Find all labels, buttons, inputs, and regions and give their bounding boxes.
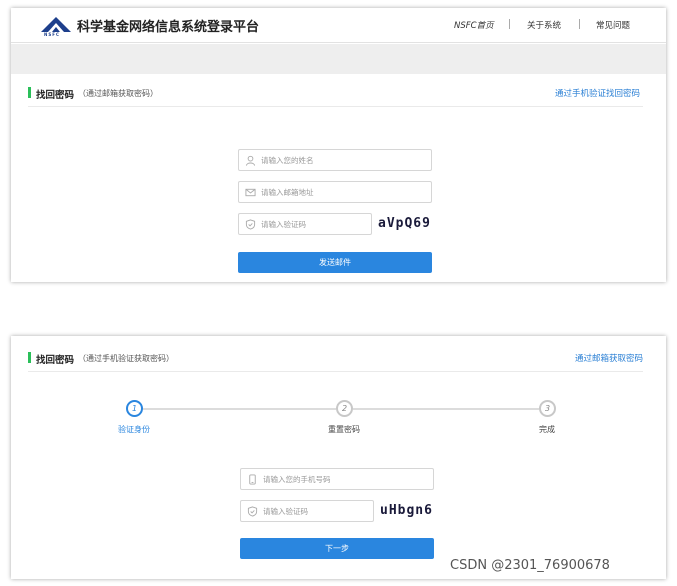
phone-field[interactable] xyxy=(240,468,434,490)
captcha-image[interactable]: aVpQ69 xyxy=(378,216,431,231)
step-1-label: 验证身份 xyxy=(118,425,150,434)
step-2-label: 重置密码 xyxy=(328,425,360,434)
top-navbar: NSFC 科学基金网络信息系统登录平台 NSFC首页 关于系统 常见问题 xyxy=(11,8,666,43)
logo-text: NSFC xyxy=(44,32,60,37)
phone-input[interactable] xyxy=(263,469,413,489)
email-input[interactable] xyxy=(261,182,411,202)
step-2-circle: 2 xyxy=(336,400,353,417)
step-1-circle: 1 xyxy=(126,400,143,417)
send-email-button[interactable]: 发送邮件 xyxy=(238,252,432,273)
next-step-button[interactable]: 下一步 xyxy=(240,538,434,559)
step-connector xyxy=(353,408,539,410)
nav-nsfc-home[interactable]: NSFC首页 xyxy=(454,19,494,31)
csdn-watermark: CSDN @2301_76900678 xyxy=(450,558,610,573)
nav-faq[interactable]: 常见问题 xyxy=(596,19,630,31)
phone-icon xyxy=(249,474,256,485)
nav-separator xyxy=(579,19,580,29)
section-title: 找回密码 xyxy=(36,90,75,101)
user-icon xyxy=(245,155,256,166)
shield-icon xyxy=(245,219,256,230)
mail-icon xyxy=(245,188,256,197)
section-divider xyxy=(28,371,643,372)
section-subtitle: （通过手机验证获取密码） xyxy=(78,354,174,363)
captcha-field[interactable] xyxy=(238,213,372,235)
phone-recovery-screenshot: 找回密码 （通过手机验证获取密码） 通过邮箱获取密码 1 2 3 验证身份 重置… xyxy=(11,336,666,579)
step-3-circle: 3 xyxy=(539,400,556,417)
header-banner xyxy=(11,44,666,74)
nav-separator xyxy=(509,19,510,29)
email-recovery-screenshot: NSFC 科学基金网络信息系统登录平台 NSFC首页 关于系统 常见问题 找回密… xyxy=(11,8,666,282)
section-marker xyxy=(28,352,31,363)
section-marker xyxy=(28,87,31,98)
captcha-image[interactable]: uHbgn6 xyxy=(380,503,433,518)
nav-about-system[interactable]: 关于系统 xyxy=(527,19,561,31)
section-title: 找回密码 xyxy=(36,355,75,366)
switch-to-phone-link[interactable]: 通过手机验证找回密码 xyxy=(555,87,640,99)
step-connector xyxy=(143,408,336,410)
email-field[interactable] xyxy=(238,181,432,203)
captcha-input[interactable] xyxy=(263,501,363,521)
shield-icon xyxy=(247,506,258,517)
site-title: 科学基金网络信息系统登录平台 xyxy=(77,20,260,35)
name-input[interactable] xyxy=(261,150,411,170)
captcha-input[interactable] xyxy=(261,214,361,234)
section-subtitle: （通过邮箱获取密码） xyxy=(78,89,158,98)
section-divider xyxy=(28,106,643,107)
switch-to-email-link[interactable]: 通过邮箱获取密码 xyxy=(575,352,643,364)
step-3-label: 完成 xyxy=(539,425,555,434)
captcha-field[interactable] xyxy=(240,500,374,522)
name-field[interactable] xyxy=(238,149,432,171)
